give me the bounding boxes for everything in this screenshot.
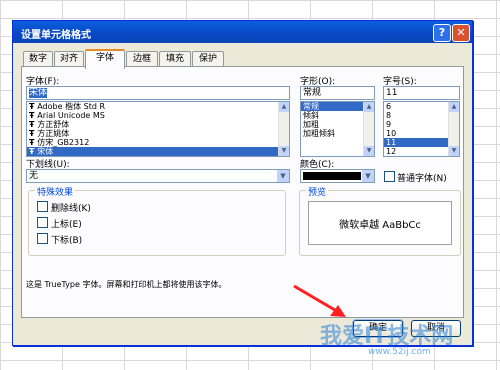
watermark-arrow-icon [293, 284, 346, 317]
watermark-url: www.52ij.com [368, 347, 431, 357]
tab-font[interactable]: 字体 [85, 49, 125, 69]
watermark-text: 我爱IT技术网 [320, 324, 454, 349]
